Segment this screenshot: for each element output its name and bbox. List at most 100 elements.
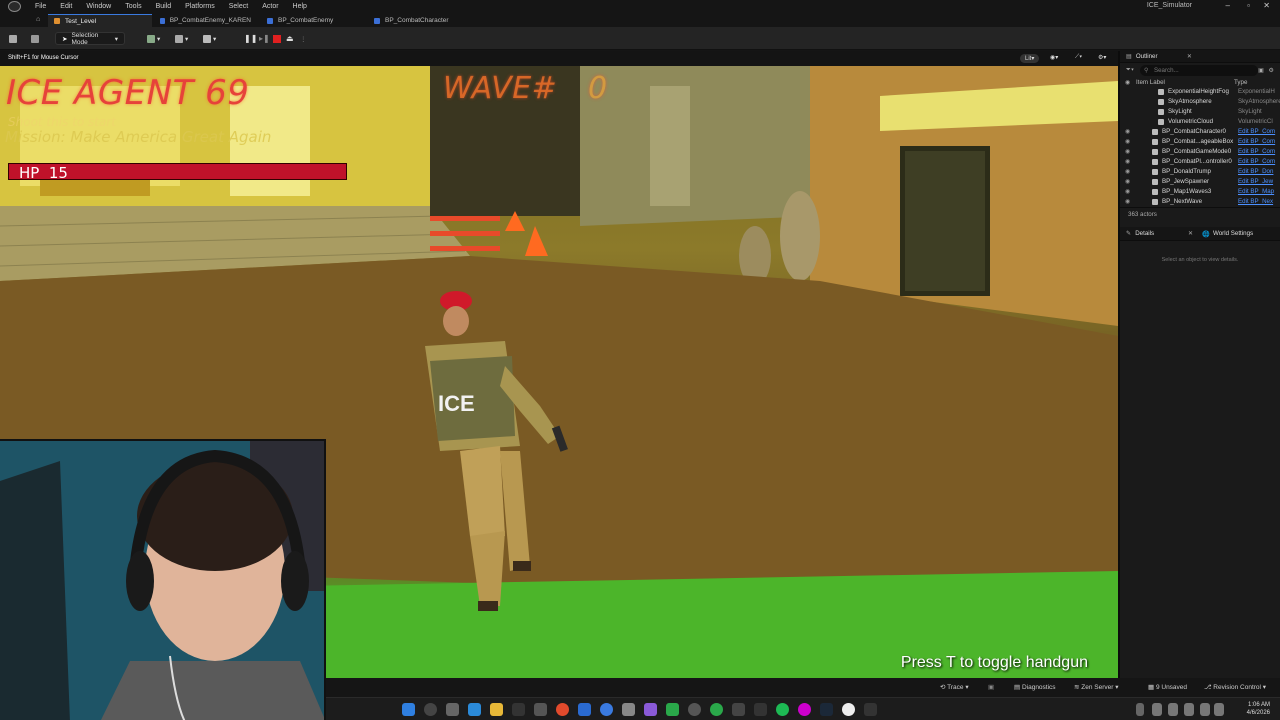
outliner-row[interactable]: ◉ BP_DonaldTrump Edit BP_Don [1120, 167, 1280, 177]
home-icon[interactable]: ⌂ [36, 16, 40, 23]
app-icon[interactable] [688, 703, 701, 716]
edit-blueprint-link[interactable]: Edit BP_Com [1238, 157, 1275, 167]
outliner-row[interactable]: VolumetricCloud VolumetricCl [1120, 117, 1280, 127]
volume-icon[interactable] [1214, 703, 1224, 716]
outliner-row[interactable]: ◉ BP_Combat...ageableBox Edit BP_Com [1120, 137, 1280, 147]
outliner-row[interactable]: ◉ BP_CombatPl...ontroller0 Edit BP_Com [1120, 157, 1280, 167]
file-explorer-icon[interactable] [490, 703, 503, 716]
column-item-label[interactable]: Item Label [1136, 79, 1165, 86]
app-icon[interactable] [798, 703, 811, 716]
edit-blueprint-link[interactable]: Edit BP_Com [1238, 147, 1275, 157]
visibility-eye-icon[interactable]: ◉ [1125, 167, 1130, 177]
steam-icon[interactable] [820, 703, 833, 716]
network-icon[interactable] [1200, 703, 1210, 716]
epic-launcher-icon[interactable] [864, 703, 877, 716]
app-icon[interactable] [732, 703, 745, 716]
menu-build[interactable]: Build [156, 3, 172, 10]
outliner-row[interactable]: ExponentialHeightFog ExponentialH [1120, 87, 1280, 97]
edit-blueprint-link[interactable]: Edit BP_Nex [1238, 197, 1273, 207]
whatsapp-icon[interactable] [710, 703, 723, 716]
tab-world-settings[interactable]: World Settings [1213, 230, 1253, 237]
filter-icon[interactable]: ⏷▾ [1126, 66, 1134, 74]
discord-icon[interactable] [644, 703, 657, 716]
outliner-settings-icon[interactable]: ⚙ [1268, 67, 1274, 74]
cinematics-icon[interactable]: ▾ [203, 32, 216, 45]
visibility-eye-icon[interactable]: ◉ [1125, 137, 1130, 147]
menu-platforms[interactable]: Platforms [185, 3, 215, 10]
add-actor-icon[interactable]: ▾ [147, 32, 160, 45]
tab-test-level[interactable]: Test_Level [48, 14, 152, 27]
menu-actor[interactable]: Actor [262, 3, 278, 10]
visibility-eye-icon[interactable]: ◉ [1125, 177, 1130, 187]
content-browser-icon[interactable] [31, 32, 39, 45]
unreal-engine-icon[interactable] [842, 703, 855, 716]
outliner-search-input[interactable]: ⚲ Search... [1139, 64, 1258, 76]
clock[interactable]: 1:06 AM 4/6/2026 [1247, 701, 1270, 717]
tray-icon[interactable] [1168, 703, 1178, 716]
outliner-row[interactable]: ◉ BP_NextWave Edit BP_Nex [1120, 197, 1280, 207]
outliner-row[interactable]: ◉ BP_CombatGameMode0 Edit BP_Com [1120, 147, 1280, 157]
outliner-row[interactable]: SkyLight SkyLight [1120, 107, 1280, 117]
tab-bp-combatenemy-karen[interactable]: BP_CombatEnemy_KAREN [154, 14, 259, 27]
eject-button[interactable]: ⏏ [286, 32, 294, 45]
tray-icon[interactable] [1184, 703, 1194, 716]
outliner-row[interactable]: ◉ BP_JewSpawner Edit BP_Jew [1120, 177, 1280, 187]
column-type[interactable]: Type [1234, 79, 1247, 86]
minimize-icon[interactable]: – [1226, 1, 1230, 10]
edit-blueprint-link[interactable]: Edit BP_Don [1238, 167, 1273, 177]
menu-edit[interactable]: Edit [60, 3, 72, 10]
menu-file[interactable]: File [35, 3, 46, 10]
unreal-logo-icon[interactable] [8, 1, 21, 12]
screenshot-icon[interactable]: ▣ [988, 683, 994, 691]
outliner-row[interactable]: ◉ BP_CombatCharacter0 Edit BP_Com [1120, 127, 1280, 137]
camera-speed-icon[interactable]: ⟋▾ [1075, 54, 1082, 61]
app-icon[interactable] [578, 703, 591, 716]
pause-button[interactable]: ❚❚ [244, 32, 257, 45]
lit-mode-button[interactable]: Lit▾ [1020, 54, 1040, 63]
app-icon[interactable] [754, 703, 767, 716]
edit-blueprint-link[interactable]: Edit BP_Com [1238, 137, 1275, 147]
trace-button[interactable]: ⟲ Trace ▾ [940, 683, 969, 691]
zen-server-button[interactable]: ≋ Zen Server ▾ [1074, 683, 1119, 691]
selection-mode-dropdown[interactable]: ➤ Selection Mode ▾ [55, 32, 125, 46]
tray-icon[interactable] [1152, 703, 1162, 716]
edit-blueprint-link[interactable]: Edit BP_Com [1238, 127, 1275, 137]
app-icon[interactable] [622, 703, 635, 716]
chrome-icon[interactable] [556, 703, 569, 716]
tab-details[interactable]: Details [1135, 230, 1154, 237]
close-details-icon[interactable]: ✕ [1188, 230, 1193, 237]
tray-chevron-icon[interactable] [1136, 703, 1144, 716]
epic-games-icon[interactable] [512, 703, 525, 716]
unsaved-button[interactable]: ▦ 9 Unsaved [1148, 683, 1187, 691]
show-flags-icon[interactable]: ◉▾ [1050, 54, 1058, 61]
app-icon[interactable] [600, 703, 613, 716]
tab-bp-combatcharacter[interactable]: BP_CombatCharacter [368, 14, 473, 27]
edge-browser-icon[interactable] [468, 703, 481, 716]
maximize-icon[interactable]: ▫ [1247, 1, 1250, 10]
visibility-eye-icon[interactable]: ◉ [1125, 79, 1130, 86]
save-icon[interactable] [9, 32, 17, 45]
close-window-icon[interactable]: ✕ [1263, 1, 1270, 10]
windows-start-icon[interactable] [402, 703, 415, 716]
task-view-icon[interactable] [446, 703, 459, 716]
outliner-row[interactable]: ◉ BP_Map1Waves3 Edit BP_Map [1120, 187, 1280, 197]
visibility-eye-icon[interactable]: ◉ [1125, 197, 1130, 207]
revision-control-button[interactable]: ⎇ Revision Control ▾ [1204, 683, 1266, 691]
edit-blueprint-link[interactable]: Edit BP_Jew [1238, 177, 1273, 187]
stop-button[interactable] [273, 32, 281, 45]
visibility-eye-icon[interactable]: ◉ [1125, 147, 1130, 157]
menu-window[interactable]: Window [86, 3, 111, 10]
diagnostics-button[interactable]: ▤ Diagnostics [1014, 683, 1056, 691]
tab-bp-combatenemy[interactable]: BP_CombatEnemy [261, 14, 366, 27]
menu-select[interactable]: Select [229, 3, 248, 10]
edit-blueprint-link[interactable]: Edit BP_Map [1238, 187, 1274, 197]
app-icon[interactable] [666, 703, 679, 716]
outliner-row[interactable]: SkyAtmosphere SkyAtmosphere [1120, 97, 1280, 107]
visibility-eye-icon[interactable]: ◉ [1125, 127, 1130, 137]
visibility-eye-icon[interactable]: ◉ [1125, 157, 1130, 167]
visibility-eye-icon[interactable]: ◉ [1125, 187, 1130, 197]
menu-help[interactable]: Help [293, 3, 307, 10]
settings-icon[interactable] [534, 703, 547, 716]
menu-tools[interactable]: Tools [125, 3, 141, 10]
spotify-icon[interactable] [776, 703, 789, 716]
